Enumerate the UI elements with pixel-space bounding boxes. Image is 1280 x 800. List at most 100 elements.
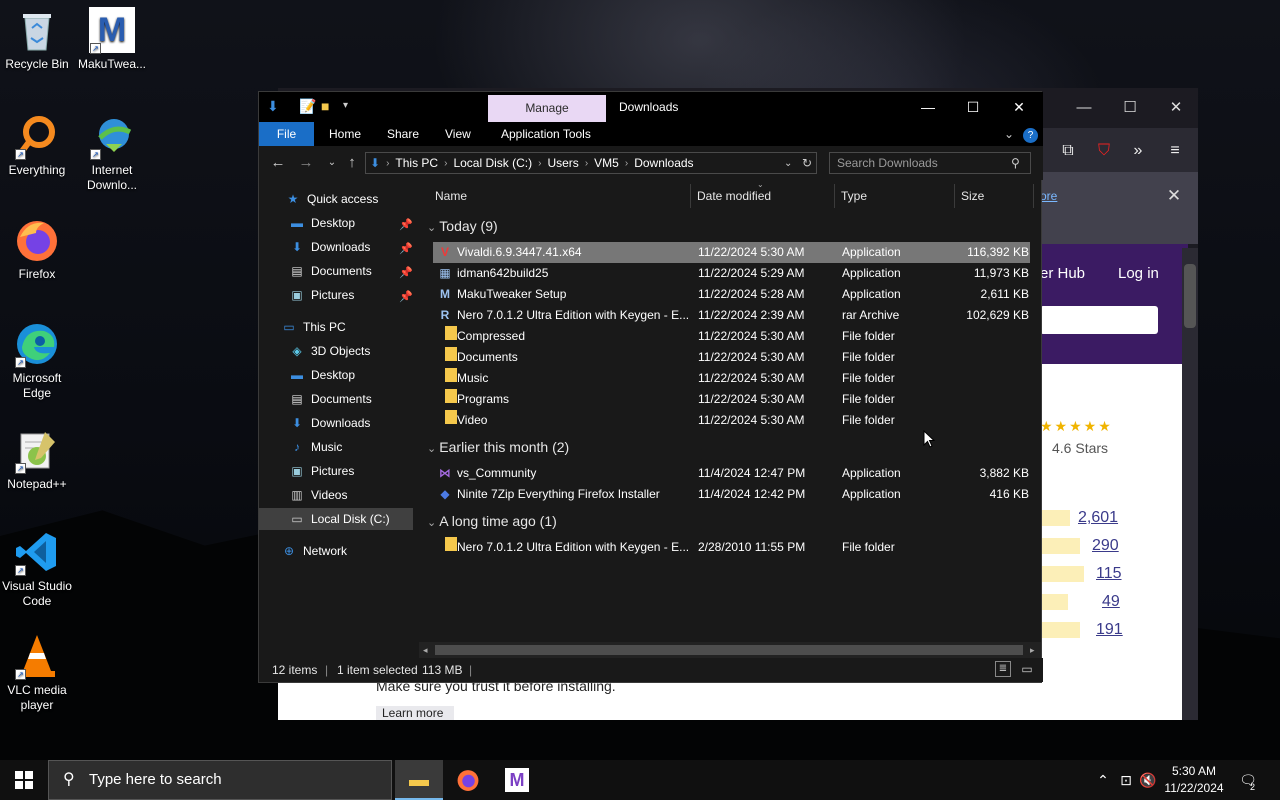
collapse-chevron-icon[interactable]: ⌄: [427, 222, 439, 234]
close-notification-icon[interactable]: ✕: [1164, 186, 1184, 206]
breadcrumb-users[interactable]: Users: [547, 156, 578, 170]
rating-count[interactable]: 191: [1096, 621, 1123, 639]
file-row[interactable]: Nero 7.0.1.2 Ultra Edition with Keygen -…: [433, 537, 1030, 558]
rating-count[interactable]: 290: [1092, 537, 1119, 555]
help-icon[interactable]: ?: [1023, 122, 1038, 146]
pin-icon[interactable]: 📌: [399, 242, 413, 255]
tab-home[interactable]: Home: [329, 122, 361, 146]
minimize-icon[interactable]: —: [1074, 98, 1094, 118]
volume-muted-icon[interactable]: 🔇: [1138, 760, 1158, 800]
address-bar[interactable]: ⬇ › This PC › Local Disk (C:) › Users › …: [365, 152, 817, 174]
large-icons-view-icon[interactable]: ▭: [1019, 661, 1035, 677]
network-status-icon[interactable]: ⊡: [1116, 760, 1136, 800]
column-header-size[interactable]: Size: [961, 184, 984, 208]
site-search-input[interactable]: [1040, 306, 1158, 334]
nav-videos[interactable]: ▥ Videos: [289, 484, 347, 506]
nav-quick-downloads[interactable]: ⬇ Downloads: [289, 236, 370, 258]
horizontal-scrollbar-thumb[interactable]: [435, 645, 1023, 655]
browser-scrollbar-thumb[interactable]: [1184, 264, 1196, 328]
minimize-icon[interactable]: —: [913, 96, 943, 118]
new-folder-icon[interactable]: ■: [321, 98, 329, 114]
file-row[interactable]: Compressed 11/22/2024 5:30 AM File folder: [433, 326, 1030, 347]
file-explorer-window[interactable]: ⬇ 📝 ■ ▾ Manage Downloads — ☐ ✕ File Home…: [258, 91, 1043, 683]
file-row[interactable]: R Nero 7.0.1.2 Ultra Edition with Keygen …: [433, 305, 1030, 326]
nav-quick-access[interactable]: ★ Quick access: [285, 188, 379, 210]
pin-icon[interactable]: 📌: [399, 218, 413, 231]
close-icon[interactable]: ✕: [1166, 98, 1186, 118]
customize-toolbar-icon[interactable]: ▾: [343, 98, 348, 114]
properties-icon[interactable]: 📝: [299, 98, 316, 114]
file-row[interactable]: ▦ idman642build25 11/22/2024 5:29 AM Applic…: [433, 263, 1030, 284]
column-header-type[interactable]: Type: [841, 184, 867, 208]
taskbar-file-explorer-icon[interactable]: ▬: [395, 760, 443, 800]
breadcrumb-vm5[interactable]: VM5: [594, 156, 619, 170]
recent-locations-icon[interactable]: ⌄: [323, 154, 341, 172]
nav-quick-pictures[interactable]: ▣ Pictures: [289, 284, 354, 306]
search-input[interactable]: Search Downloads: [829, 152, 1031, 174]
nav-network[interactable]: ⊕ Network: [281, 540, 347, 562]
file-row[interactable]: V Vivaldi.6.9.3447.41.x64 11/22/2024 5:30 …: [433, 242, 1030, 263]
desktop-icon-microsoft-edge[interactable]: ↗ Microsoft Edge: [0, 320, 74, 401]
nav-this-pc[interactable]: ▭ This PC: [281, 316, 345, 338]
desktop-icon-notepad-plus-plus[interactable]: ↗ Notepad++: [0, 426, 74, 492]
file-row[interactable]: Music 11/22/2024 5:30 AM File folder: [433, 368, 1030, 389]
desktop-icon-recycle-bin[interactable]: Recycle Bin: [0, 6, 74, 72]
expand-ribbon-icon[interactable]: ⌄: [1004, 122, 1014, 146]
collapse-chevron-icon[interactable]: ⌄: [427, 517, 439, 529]
manage-context-tab[interactable]: Manage: [488, 95, 606, 122]
tab-view[interactable]: View: [445, 122, 471, 146]
rating-count[interactable]: 115: [1096, 565, 1122, 583]
learn-more-button[interactable]: Learn more: [376, 706, 454, 720]
desktop-icon-visual-studio-code[interactable]: ↗ Visual Studio Code: [0, 528, 74, 609]
system-clock[interactable]: 5:30 AM 11/22/2024: [1158, 763, 1230, 797]
taskbar-makutweaker-icon[interactable]: M: [493, 760, 541, 800]
column-divider[interactable]: [834, 184, 835, 208]
close-icon[interactable]: ✕: [1004, 96, 1034, 118]
group-header[interactable]: ⌄ Earlier this month (2): [427, 439, 569, 455]
pin-icon[interactable]: 📌: [399, 266, 413, 279]
hub-link[interactable]: er Hub: [1040, 265, 1085, 282]
details-view-icon[interactable]: ≣: [995, 661, 1011, 677]
taskbar-firefox-icon[interactable]: [444, 760, 492, 800]
scroll-right-icon[interactable]: ▸: [1030, 645, 1035, 656]
maximize-icon[interactable]: ☐: [1120, 98, 1140, 118]
login-link[interactable]: Log in: [1118, 265, 1159, 282]
windows-start-icon[interactable]: [0, 760, 48, 800]
rating-count[interactable]: 2,601: [1078, 509, 1118, 527]
address-dropdown-icon[interactable]: ⌄: [784, 158, 792, 169]
column-divider[interactable]: [954, 184, 955, 208]
learn-more-link[interactable]: ore: [1040, 189, 1057, 203]
desktop-icon-everything[interactable]: ↗ Everything: [0, 112, 74, 178]
breadcrumb-local-disk[interactable]: Local Disk (C:): [453, 156, 532, 170]
nav-documents[interactable]: ▤ Documents: [289, 388, 371, 410]
desktop-icon-firefox[interactable]: Firefox: [0, 216, 74, 282]
tab-file[interactable]: File: [259, 122, 314, 146]
tab-application-tools[interactable]: Application Tools: [501, 122, 591, 146]
file-row[interactable]: M MakuTweaker Setup 11/22/2024 5:28 AM Appl…: [433, 284, 1030, 305]
column-divider[interactable]: [690, 184, 691, 208]
file-row[interactable]: ⋈ vs_Community 11/4/2024 12:47 PM Applicati…: [433, 463, 1030, 484]
desktop-icon-internet-download-manager[interactable]: ↗ Internet Downlo...: [75, 112, 149, 193]
maximize-icon[interactable]: ☐: [958, 96, 988, 118]
menu-icon[interactable]: ≡: [1163, 140, 1187, 162]
file-row[interactable]: Video 11/22/2024 5:30 AM File folder: [433, 410, 1030, 431]
file-row[interactable]: Programs 11/22/2024 5:30 AM File folder: [433, 389, 1030, 410]
taskbar-search-box[interactable]: ⚲ Type here to search: [48, 760, 392, 800]
nav-desktop[interactable]: ▬ Desktop: [289, 364, 355, 386]
group-header[interactable]: ⌄ A long time ago (1): [427, 513, 557, 529]
nav-music[interactable]: ♪ Music: [289, 436, 342, 458]
up-arrow-icon[interactable]: ↑: [343, 154, 361, 172]
group-header[interactable]: ⌄ Today (9): [427, 218, 498, 234]
column-divider[interactable]: [1033, 184, 1034, 208]
desktop-icon-vlc[interactable]: ↗ VLC media player: [0, 632, 74, 713]
tab-share[interactable]: Share: [387, 122, 419, 146]
nav-downloads[interactable]: ⬇ Downloads: [289, 412, 370, 434]
nav-quick-documents[interactable]: ▤ Documents: [289, 260, 371, 282]
show-hidden-icons-icon[interactable]: ⌃: [1094, 760, 1112, 800]
breadcrumb-this-pc[interactable]: This PC: [395, 156, 438, 170]
overflow-chevrons-icon[interactable]: »: [1126, 140, 1150, 162]
file-row[interactable]: Documents 11/22/2024 5:30 AM File folder: [433, 347, 1030, 368]
nav-local-disk-c[interactable]: ▭ Local Disk (C:): [259, 508, 413, 530]
rating-count[interactable]: 49: [1102, 593, 1120, 611]
forward-arrow-icon[interactable]: →: [297, 154, 315, 172]
